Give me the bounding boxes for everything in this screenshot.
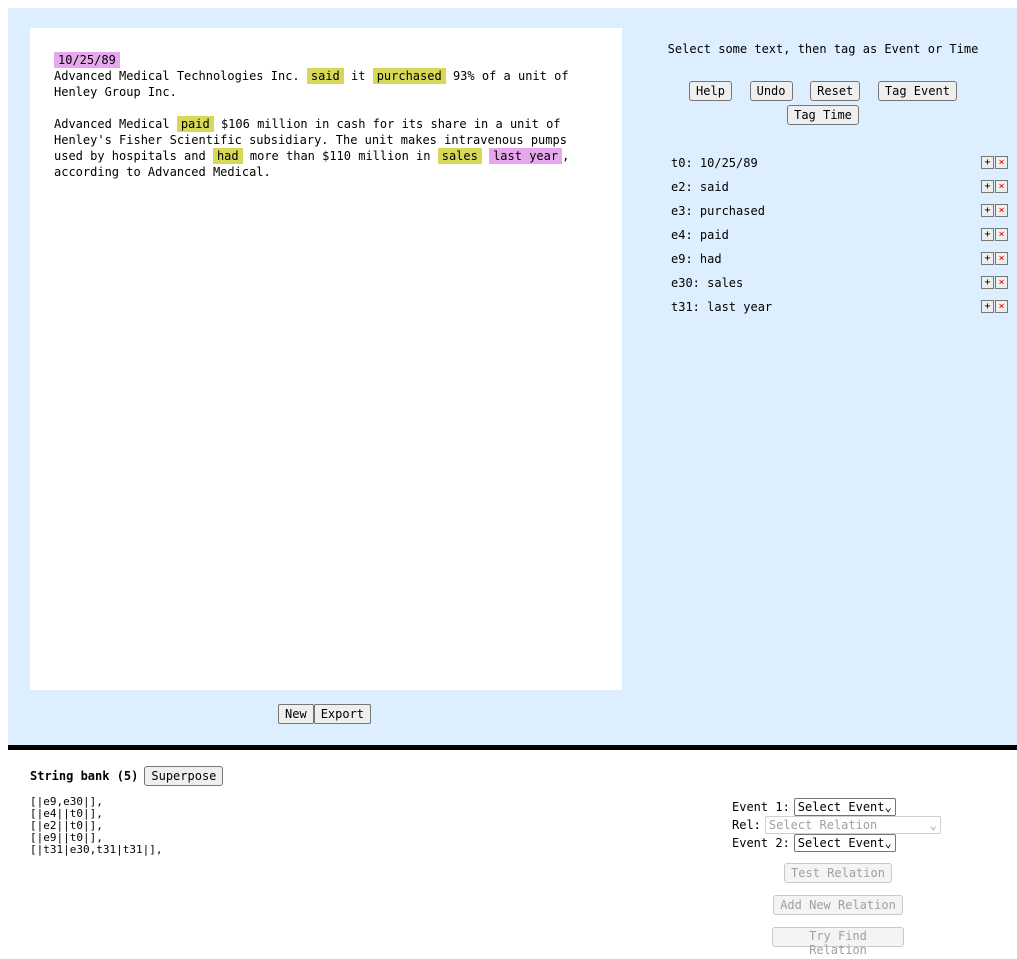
- add-icon[interactable]: +: [981, 180, 994, 193]
- tag-list-item: e4: paid + ×: [638, 228, 1008, 252]
- add-icon[interactable]: +: [981, 300, 994, 313]
- tag-label: e9: had: [671, 252, 722, 266]
- tag-label: e3: purchased: [671, 204, 765, 218]
- event1-label: Event 1:: [732, 800, 790, 814]
- rel-label: Rel:: [732, 818, 761, 832]
- superpose-button[interactable]: Superpose: [144, 766, 224, 786]
- event-tag-sales[interactable]: sales: [437, 148, 482, 164]
- tagging-panel: Select some text, then tag as Event or T…: [638, 38, 1008, 324]
- tag-label: t31: last year: [671, 300, 773, 314]
- remove-icon[interactable]: ×: [995, 156, 1008, 169]
- text: Advanced Medical: [54, 117, 177, 131]
- annotation-workspace: 10/25/89 Advanced Medical Technologies I…: [8, 8, 1017, 745]
- event1-select[interactable]: Select Event ⌄: [793, 798, 896, 816]
- tag-list-item: e30: sales + ×: [638, 276, 1008, 300]
- event-tag-paid[interactable]: paid: [176, 116, 214, 132]
- relation-value: Select Relation: [768, 818, 878, 832]
- string-bank: String bank (5) Superpose [|e9,e30|], [|e…: [30, 766, 224, 856]
- text: more than $110 million in: [242, 149, 438, 163]
- export-button[interactable]: Export: [313, 704, 372, 724]
- tag-list-item: t31: last year + ×: [638, 300, 1008, 324]
- time-tag-date[interactable]: 10/25/89: [54, 52, 120, 68]
- text: it: [343, 69, 373, 83]
- add-icon[interactable]: +: [981, 276, 994, 289]
- event1-value: Select Event: [797, 800, 885, 814]
- undo-button[interactable]: Undo: [749, 81, 793, 101]
- tag-list-item: e2: said + ×: [638, 180, 1008, 204]
- tag-label: e30: sales: [671, 276, 744, 290]
- time-tag-last-year[interactable]: last year: [489, 148, 563, 164]
- section-divider: [8, 745, 1017, 750]
- tag-list: t0: 10/25/89 + × e2: said + × e3: purchased +…: [638, 156, 1008, 324]
- tag-list-item: e9: had + ×: [638, 252, 1008, 276]
- string-bank-list: [|e9,e30|], [|e4||t0|], [|e2||t0|], [|e9||t…: [30, 796, 223, 856]
- chevron-down-icon: ⌄: [929, 818, 937, 832]
- paragraph-2: Advanced Medical paid $106 million in ca…: [54, 116, 594, 180]
- tag-label: e4: paid: [671, 228, 729, 242]
- event2-value: Select Event: [797, 836, 885, 850]
- event2-label: Event 2:: [732, 836, 790, 850]
- document-pane[interactable]: 10/25/89 Advanced Medical Technologies I…: [30, 28, 622, 690]
- remove-icon[interactable]: ×: [995, 180, 1008, 193]
- event-tag-had[interactable]: had: [212, 148, 243, 164]
- relation-form: Event 1: Select Event ⌄ Rel: Select Relatio…: [732, 798, 941, 852]
- test-relation-button[interactable]: Test Relation: [784, 863, 892, 883]
- add-icon[interactable]: +: [981, 156, 994, 169]
- text: Advanced Medical Technologies Inc.: [54, 69, 307, 83]
- add-new-relation-button[interactable]: Add New Relation: [773, 895, 903, 915]
- text: [482, 149, 489, 163]
- tag-toolbar: Help Undo Reset Tag Event Tag Time: [638, 80, 1008, 128]
- tag-label: e2: said: [671, 180, 729, 194]
- remove-icon[interactable]: ×: [995, 204, 1008, 217]
- tag-label: t0: 10/25/89: [671, 156, 758, 170]
- document-text[interactable]: 10/25/89 Advanced Medical Technologies I…: [54, 52, 594, 196]
- chevron-down-icon: ⌄: [884, 800, 892, 814]
- tag-event-button[interactable]: Tag Event: [877, 81, 957, 101]
- event-tag-purchased[interactable]: purchased: [372, 68, 446, 84]
- remove-icon[interactable]: ×: [995, 276, 1008, 289]
- new-button[interactable]: New: [278, 704, 314, 724]
- event2-select[interactable]: Select Event ⌄: [793, 834, 896, 852]
- tag-list-item: e3: purchased + ×: [638, 204, 1008, 228]
- add-icon[interactable]: +: [981, 228, 994, 241]
- remove-icon[interactable]: ×: [995, 252, 1008, 265]
- string-bank-title: String bank (5): [30, 769, 139, 783]
- list-item: [|t31|e30,t31|t31|],: [30, 843, 163, 856]
- remove-icon[interactable]: ×: [995, 300, 1008, 313]
- relation-select[interactable]: Select Relation ⌄: [764, 816, 941, 834]
- add-icon[interactable]: +: [981, 204, 994, 217]
- tag-list-item: t0: 10/25/89 + ×: [638, 156, 1008, 180]
- remove-icon[interactable]: ×: [995, 228, 1008, 241]
- event-tag-said[interactable]: said: [306, 68, 344, 84]
- add-icon[interactable]: +: [981, 252, 994, 265]
- instruction-text: Select some text, then tag as Event or T…: [667, 42, 979, 56]
- tag-time-button[interactable]: Tag Time: [787, 105, 859, 125]
- reset-button[interactable]: Reset: [810, 81, 861, 101]
- document-buttons: New Export: [278, 704, 372, 724]
- paragraph-1: Advanced Medical Technologies Inc. said …: [54, 68, 594, 100]
- chevron-down-icon: ⌄: [884, 836, 892, 850]
- try-find-relation-button[interactable]: Try Find Relation: [772, 927, 904, 957]
- help-button[interactable]: Help: [689, 81, 732, 101]
